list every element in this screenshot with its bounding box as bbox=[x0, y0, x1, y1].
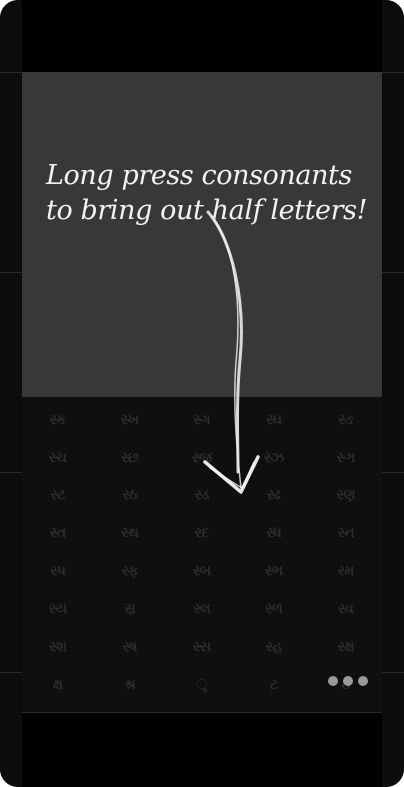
key[interactable]: સ્થ bbox=[94, 514, 166, 552]
tip-line-1: Long press consonants bbox=[46, 160, 352, 191]
key[interactable]: સ્દ bbox=[166, 514, 238, 552]
keyboard-row: સ્ચ સ્છ સ્જ સ્ઝ સ્ઞ bbox=[22, 439, 382, 477]
divider bbox=[382, 472, 404, 473]
divider bbox=[382, 672, 404, 673]
key[interactable]: સ્ઢ bbox=[238, 476, 310, 514]
left-edge bbox=[0, 0, 22, 787]
page-dot[interactable] bbox=[328, 676, 338, 686]
divider bbox=[0, 72, 22, 73]
keyboard-row: સ્ક સ્ખ સ્ગ સ્ઘ સ્ઙ bbox=[22, 401, 382, 439]
keyboard-row: સ્ત સ્થ સ્દ સ્ધ સ્ન bbox=[22, 514, 382, 552]
key[interactable]: સ્પ bbox=[22, 552, 94, 590]
key[interactable]: સ્મ bbox=[310, 552, 382, 590]
key[interactable]: ૃ bbox=[166, 666, 238, 704]
key[interactable]: સ્છ bbox=[94, 439, 166, 477]
key[interactable]: સ્વ bbox=[310, 590, 382, 628]
key[interactable]: સ્શ bbox=[22, 628, 94, 666]
half-letter-keyboard: સ્ક સ્ખ સ્ગ સ્ઘ સ્ઙ સ્ચ સ્છ સ્જ સ્ઝ સ્ઞ સ્ટ સ્ઠ સ્ડ સ… bbox=[22, 397, 382, 712]
key[interactable]: સ્ફ bbox=[94, 552, 166, 590]
key[interactable]: સ્ચ bbox=[22, 439, 94, 477]
key[interactable]: સ્ભ bbox=[238, 552, 310, 590]
key[interactable]: સ્ત bbox=[22, 514, 94, 552]
key[interactable]: સ્હ bbox=[238, 628, 310, 666]
key[interactable]: સ્ખ bbox=[94, 401, 166, 439]
key[interactable]: સ્ન bbox=[310, 514, 382, 552]
key[interactable]: સ્ક્ષ bbox=[310, 628, 382, 666]
divider bbox=[382, 272, 404, 273]
divider bbox=[0, 472, 22, 473]
key[interactable]: સ્ઝ bbox=[238, 439, 310, 477]
key[interactable]: સ્ષ bbox=[94, 628, 166, 666]
tip-panel bbox=[22, 72, 382, 397]
keyboard-row: સ્ટ સ્ઠ સ્ડ સ્ઢ સ્ણ bbox=[22, 476, 382, 514]
key[interactable]: સ્ધ bbox=[238, 514, 310, 552]
tip-message: Long press consonants to bring out half … bbox=[46, 158, 396, 228]
divider bbox=[382, 72, 404, 73]
key[interactable]: સ્ડ bbox=[166, 476, 238, 514]
page-dot[interactable] bbox=[358, 676, 368, 686]
key[interactable]: સ્ર bbox=[94, 590, 166, 628]
key[interactable]: ટ bbox=[238, 666, 310, 704]
divider bbox=[0, 672, 22, 673]
status-area bbox=[22, 0, 382, 72]
key[interactable]: સ્ઞ bbox=[310, 439, 382, 477]
key[interactable]: સ્લ bbox=[166, 590, 238, 628]
key[interactable]: સ્ક bbox=[22, 401, 94, 439]
key[interactable]: સ્ગ bbox=[166, 401, 238, 439]
key[interactable]: ક્ષ bbox=[22, 666, 94, 704]
key[interactable]: સ્ણ bbox=[310, 476, 382, 514]
keyboard-row: સ્ય સ્ર સ્લ સ્ળ સ્વ bbox=[22, 590, 382, 628]
key[interactable]: સ્સ bbox=[166, 628, 238, 666]
divider bbox=[0, 272, 22, 273]
key[interactable]: સ્ઠ bbox=[94, 476, 166, 514]
device-frame: સ્ક સ્ખ સ્ગ સ્ઘ સ્ઙ સ્ચ સ્છ સ્જ સ્ઝ સ્ઞ સ્ટ સ્ઠ સ્ડ સ… bbox=[0, 0, 404, 787]
keyboard-row: સ્શ સ્ષ સ્સ સ્હ સ્ક્ષ bbox=[22, 628, 382, 666]
key[interactable]: સ્ટ bbox=[22, 476, 94, 514]
right-edge bbox=[382, 0, 404, 787]
tip-line-2: to bring out half letters! bbox=[46, 195, 368, 226]
key[interactable]: સ્ઘ bbox=[238, 401, 310, 439]
key[interactable]: શ્ર bbox=[94, 666, 166, 704]
key[interactable]: સ્ળ bbox=[238, 590, 310, 628]
key[interactable]: સ્બ bbox=[166, 552, 238, 590]
bottom-bar bbox=[22, 712, 382, 787]
key[interactable]: સ્જ bbox=[166, 439, 238, 477]
key[interactable]: સ્ઙ bbox=[310, 401, 382, 439]
page-indicator[interactable] bbox=[328, 676, 368, 686]
keyboard-row: સ્પ સ્ફ સ્બ સ્ભ સ્મ bbox=[22, 552, 382, 590]
page-dot[interactable] bbox=[343, 676, 353, 686]
key[interactable]: સ્ય bbox=[22, 590, 94, 628]
